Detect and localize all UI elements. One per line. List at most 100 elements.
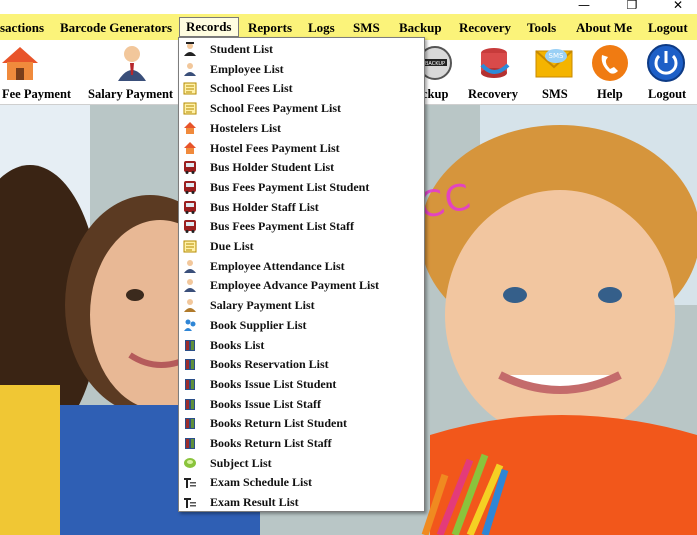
book-icon <box>185 398 195 410</box>
menu-item-label: Bus Fees Payment List Student <box>210 179 370 194</box>
menu-item-exam-schedule-list[interactable]: Exam Schedule List <box>179 472 424 492</box>
subject-icon <box>184 457 196 468</box>
employee-icon <box>184 259 196 273</box>
menu-item-books-list[interactable]: Books List <box>179 335 424 355</box>
fees-ledger-icon <box>183 240 197 253</box>
menu-recovery[interactable]: Recovery <box>459 18 511 38</box>
bus-icon <box>184 180 196 194</box>
bus-icon <box>184 220 196 234</box>
menu-records[interactable]: Records <box>179 17 239 37</box>
bus-icon <box>184 200 196 214</box>
menu-item-label: Student List <box>210 42 274 56</box>
menu-transactions[interactable]: sactions <box>0 18 44 38</box>
phone-help-icon[interactable] <box>590 43 630 83</box>
fees-ledger-icon <box>183 82 197 95</box>
menu-item-label: Exam Result List <box>210 495 299 510</box>
backup-button[interactable]: ckup <box>422 87 448 102</box>
menu-item-label: Employee Advance Payment List <box>210 278 379 293</box>
menu-item-school-fees-payment-list[interactable]: School Fees Payment List <box>179 98 424 118</box>
menu-logout[interactable]: Logout <box>648 18 688 38</box>
menu-item-books-return-list-student[interactable]: Books Return List Student <box>179 413 424 433</box>
menu-item-label: Books Issue List Student <box>210 376 337 391</box>
menu-item-label: Books Return List Student <box>210 416 348 431</box>
menu-item-exam-result-list[interactable]: Exam Result List <box>179 492 424 512</box>
book-icon <box>185 418 195 430</box>
menu-item-bus-holder-student-list[interactable]: Bus Holder Student List <box>179 157 424 177</box>
menu-item-books-issue-list-student[interactable]: Books Issue List Student <box>179 374 424 394</box>
sms-button[interactable]: SMS <box>542 87 568 102</box>
minimize-icon[interactable]: — <box>574 0 594 13</box>
menu-item-due-list[interactable]: Due List <box>179 236 424 256</box>
menu-tools[interactable]: Tools <box>527 18 556 38</box>
menu-item-label: Hostel Fees Payment List <box>210 140 340 155</box>
menu-item-student-list[interactable]: Student List <box>179 39 424 59</box>
menu-item-hostel-fees-payment-list[interactable]: Hostel Fees Payment List <box>179 138 424 158</box>
records-dropdown-menu: Student List Employee List School Fees Lis… <box>178 37 425 512</box>
menu-item-label: Salary Payment List <box>210 298 315 313</box>
menu-item-subject-list[interactable]: Subject List <box>179 453 424 473</box>
menu-item-label: Books List <box>210 337 265 352</box>
menu-item-book-supplier-list[interactable]: Book Supplier List <box>179 315 424 335</box>
menu-item-label: School Fees Payment List <box>210 101 341 116</box>
book-icon <box>185 438 195 449</box>
fees-ledger-icon <box>183 102 197 115</box>
menu-barcode-generators[interactable]: Barcode Generators <box>60 18 172 38</box>
menu-item-label: Hostelers List <box>210 120 281 135</box>
book-icon <box>185 378 195 390</box>
businessman-icon[interactable] <box>112 43 152 83</box>
logout-button[interactable]: Logout <box>648 87 686 102</box>
exam-icon <box>184 498 196 509</box>
menu-item-label: Subject List <box>210 455 272 470</box>
house-icon <box>184 121 196 134</box>
maximize-icon[interactable]: ❐ <box>622 0 642 13</box>
menu-item-employee-advance-payment-list[interactable]: Employee Advance Payment List <box>179 275 424 295</box>
menu-item-label: Exam Schedule List <box>210 475 313 490</box>
salary-person-icon <box>184 299 196 313</box>
bus-icon <box>184 161 196 175</box>
menu-item-label: Bus Holder Staff List <box>210 199 319 214</box>
house-icon[interactable] <box>0 43 40 83</box>
menu-item-label: Employee Attendance List <box>210 258 345 273</box>
help-button[interactable]: Help <box>597 87 623 102</box>
close-icon[interactable]: ✕ <box>668 0 688 13</box>
menu-item-label: School Fees List <box>210 81 293 96</box>
menu-item-books-return-list-staff[interactable]: Books Return List Staff <box>179 433 424 453</box>
menu-item-label: Books Issue List Staff <box>210 396 322 411</box>
svg-text:BACKUP: BACKUP <box>425 61 445 67</box>
title-bar: — ❐ ✕ <box>0 0 697 14</box>
exam-icon <box>184 478 196 489</box>
menu-item-salary-payment-list[interactable]: Salary Payment List <box>179 295 424 315</box>
menu-about-me[interactable]: About Me <box>576 18 632 38</box>
sms-envelope-icon[interactable]: SMS <box>534 43 574 83</box>
menu-item-label: Book Supplier List <box>210 317 307 332</box>
menu-item-bus-fees-payment-list-staff[interactable]: Bus Fees Payment List Staff <box>179 216 424 236</box>
menu-item-hostelers-list[interactable]: Hostelers List <box>179 118 424 138</box>
menu-item-employee-attendance-list[interactable]: Employee Attendance List <box>179 256 424 276</box>
svg-text:SMS: SMS <box>549 52 564 60</box>
menu-sms[interactable]: SMS <box>353 18 380 38</box>
book-icon <box>185 339 195 351</box>
menu-backup[interactable]: Backup <box>399 18 442 38</box>
menu-item-label: Books Reservation List <box>210 357 329 372</box>
menu-item-school-fees-list[interactable]: School Fees List <box>179 78 424 98</box>
menu-reports[interactable]: Reports <box>248 18 292 38</box>
menu-item-bus-fees-payment-list-student[interactable]: Bus Fees Payment List Student <box>179 177 424 197</box>
menu-item-label: Bus Fees Payment List Staff <box>210 219 354 234</box>
book-icon <box>185 359 195 371</box>
menu-logs[interactable]: Logs <box>308 18 335 38</box>
menu-item-label: Bus Holder Student List <box>210 160 335 175</box>
menu-item-bus-holder-staff-list[interactable]: Bus Holder Staff List <box>179 197 424 217</box>
fee-payment-button[interactable]: Fee Payment <box>2 87 71 102</box>
menu-item-employee-list[interactable]: Employee List <box>179 59 424 79</box>
menu-item-books-reservation-list[interactable]: Books Reservation List <box>179 354 424 374</box>
database-recovery-icon[interactable] <box>474 43 514 83</box>
recovery-button[interactable]: Recovery <box>468 87 518 102</box>
menu-item-label: Due List <box>210 239 254 253</box>
house-icon <box>184 141 196 154</box>
employee-icon <box>184 279 196 293</box>
power-icon[interactable] <box>646 43 686 83</box>
supplier-icon <box>184 319 196 331</box>
salary-payment-button[interactable]: Salary Payment <box>88 87 173 102</box>
menu-item-label: Books Return List Staff <box>210 436 332 450</box>
menu-item-books-issue-list-staff[interactable]: Books Issue List Staff <box>179 394 424 414</box>
